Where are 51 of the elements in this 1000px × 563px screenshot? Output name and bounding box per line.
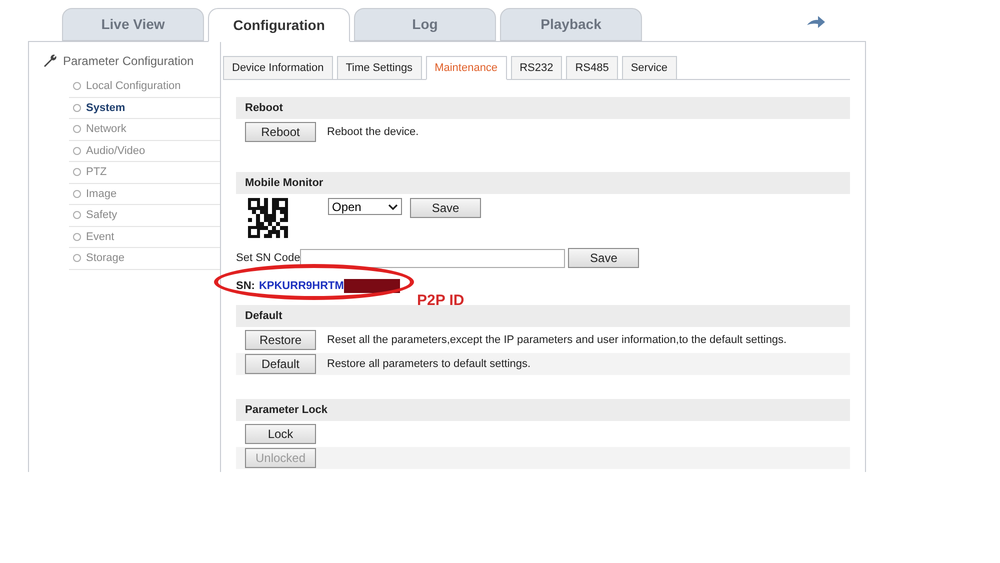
field-label: Set SN Code [236, 250, 300, 266]
radio-icon [73, 125, 81, 134]
action-button[interactable]: Default [245, 354, 316, 374]
radio-icon [73, 190, 81, 198]
sidebar-item[interactable]: System [69, 98, 220, 119]
sn-label: SN: [236, 278, 255, 294]
action-description: Reboot the device. [327, 124, 419, 140]
wrench-icon [43, 54, 57, 68]
sub-tab[interactable]: Time Settings [336, 56, 422, 80]
sidebar-item[interactable]: Network [69, 119, 220, 140]
redaction-mark [344, 279, 400, 293]
save-button[interactable]: Save [410, 198, 481, 218]
section-header: Reboot [236, 97, 850, 119]
top-tab[interactable]: Log [354, 8, 496, 41]
chevron-down-icon [388, 204, 398, 210]
top-tab[interactable]: Configuration [208, 8, 350, 42]
sidebar-item[interactable]: Safety [69, 205, 220, 226]
section-header: Mobile Monitor [236, 172, 850, 194]
action-button[interactable]: Lock [245, 424, 316, 444]
sub-tab[interactable]: RS485 [566, 56, 618, 80]
sidebar-item[interactable]: PTZ [69, 162, 220, 184]
sub-tab[interactable]: Service [622, 56, 677, 80]
action-button[interactable]: Reboot [245, 122, 316, 142]
radio-icon [73, 104, 81, 112]
radio-icon [73, 211, 81, 220]
logout-arrow-icon[interactable] [806, 16, 826, 30]
mode-select[interactable]: Open [328, 198, 402, 215]
sidebar-item[interactable]: Image [69, 184, 220, 205]
sn-code-field[interactable] [300, 248, 566, 268]
sub-tab[interactable]: RS232 [510, 56, 562, 80]
sidebar-item[interactable]: Event [69, 226, 220, 248]
action-description: Restore all parameters to default settings. [327, 356, 531, 372]
section-header: Default [236, 305, 850, 327]
sidebar-item[interactable]: Audio/Video [69, 140, 220, 162]
sidebar-title: Parameter Configuration [63, 53, 194, 70]
radio-icon [73, 146, 81, 155]
action-button[interactable]: Restore [245, 330, 316, 350]
radio-icon [73, 82, 81, 90]
radio-icon [73, 254, 81, 262]
sub-tab[interactable]: Maintenance [426, 56, 507, 80]
radio-icon [73, 168, 81, 176]
sub-tab[interactable]: Device Information [223, 56, 333, 80]
action-description: Reset all the parameters,except the IP parameters and user information,to the default settings. [327, 332, 787, 348]
top-tab[interactable]: Playback [500, 8, 642, 41]
sn-value: KPKURR9HRTM [258, 278, 344, 294]
sidebar-item[interactable]: Storage [69, 248, 220, 270]
save-button[interactable]: Save [568, 248, 640, 268]
radio-icon [73, 232, 81, 241]
section-header: Parameter Lock [236, 399, 850, 421]
top-tab[interactable]: Live View [62, 8, 204, 41]
qr-code-icon [248, 198, 288, 238]
